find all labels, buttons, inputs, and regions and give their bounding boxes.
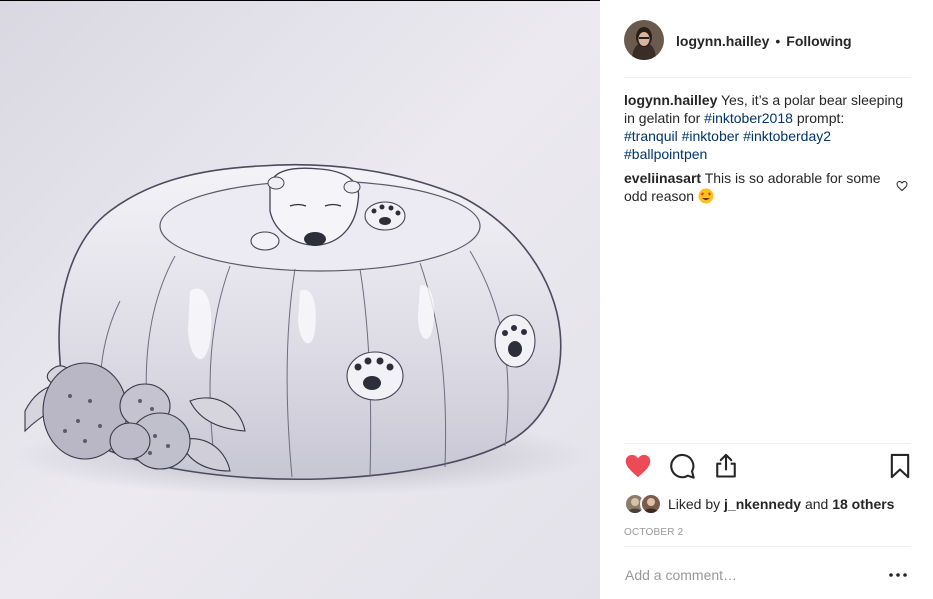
post-header: logynn.hailley • Following: [624, 20, 911, 78]
actions-divider: [624, 443, 911, 444]
caption-text-2: prompt:: [796, 110, 845, 126]
comment-icon[interactable]: [668, 452, 696, 480]
likes-conjunction: and: [804, 496, 829, 512]
post-actions: [624, 452, 911, 484]
hashtag-link[interactable]: #ballpointpen: [624, 146, 707, 162]
bookmark-icon[interactable]: [886, 452, 914, 480]
hashtag-link[interactable]: #inktober2018: [704, 110, 793, 126]
liker-username-link[interactable]: j_nkennedy: [724, 496, 801, 512]
author-avatar[interactable]: [624, 20, 664, 60]
caption-username[interactable]: logynn.hailley: [624, 92, 717, 108]
heart-filled-icon[interactable]: [624, 452, 652, 480]
post-date[interactable]: OCTOBER 2: [624, 527, 683, 538]
like-comment-heart-icon[interactable]: [896, 180, 908, 192]
comment-item: eveliinasart This is so adorable for som…: [624, 169, 884, 205]
follow-status-button[interactable]: Following: [786, 33, 851, 49]
comment-username[interactable]: eveliinasart: [624, 170, 701, 186]
add-comment-input[interactable]: Add a comment…: [625, 567, 737, 583]
post-sidebar: logynn.hailley • Following logynn.haille…: [600, 0, 933, 599]
hashtag-link[interactable]: #inktoberday2: [743, 128, 831, 144]
hashtag-link[interactable]: #inktober: [682, 128, 740, 144]
polar-bear-gelatin-drawing: [0, 1, 600, 599]
share-icon[interactable]: [712, 452, 740, 480]
likes-text: Liked by j_nkennedy and 18 others: [668, 496, 894, 512]
post-image[interactable]: [0, 1, 600, 599]
author-username[interactable]: logynn.hailley: [676, 33, 769, 49]
header-separator: •: [775, 33, 781, 49]
post-caption: logynn.hailley Yes, it’s a polar bear sl…: [624, 91, 914, 163]
liker-avatar[interactable]: [640, 493, 662, 515]
likes-prefix: Liked by: [668, 496, 721, 512]
heart-eyes-emoji-icon: [698, 188, 714, 204]
likes-summary: Liked by j_nkennedy and 18 others: [624, 492, 894, 516]
ellipsis-icon[interactable]: [889, 573, 907, 577]
likes-others-link[interactable]: 18 others: [832, 496, 894, 512]
add-comment-section: Add a comment…: [624, 546, 911, 599]
hashtag-link[interactable]: #tranquil: [624, 128, 678, 144]
